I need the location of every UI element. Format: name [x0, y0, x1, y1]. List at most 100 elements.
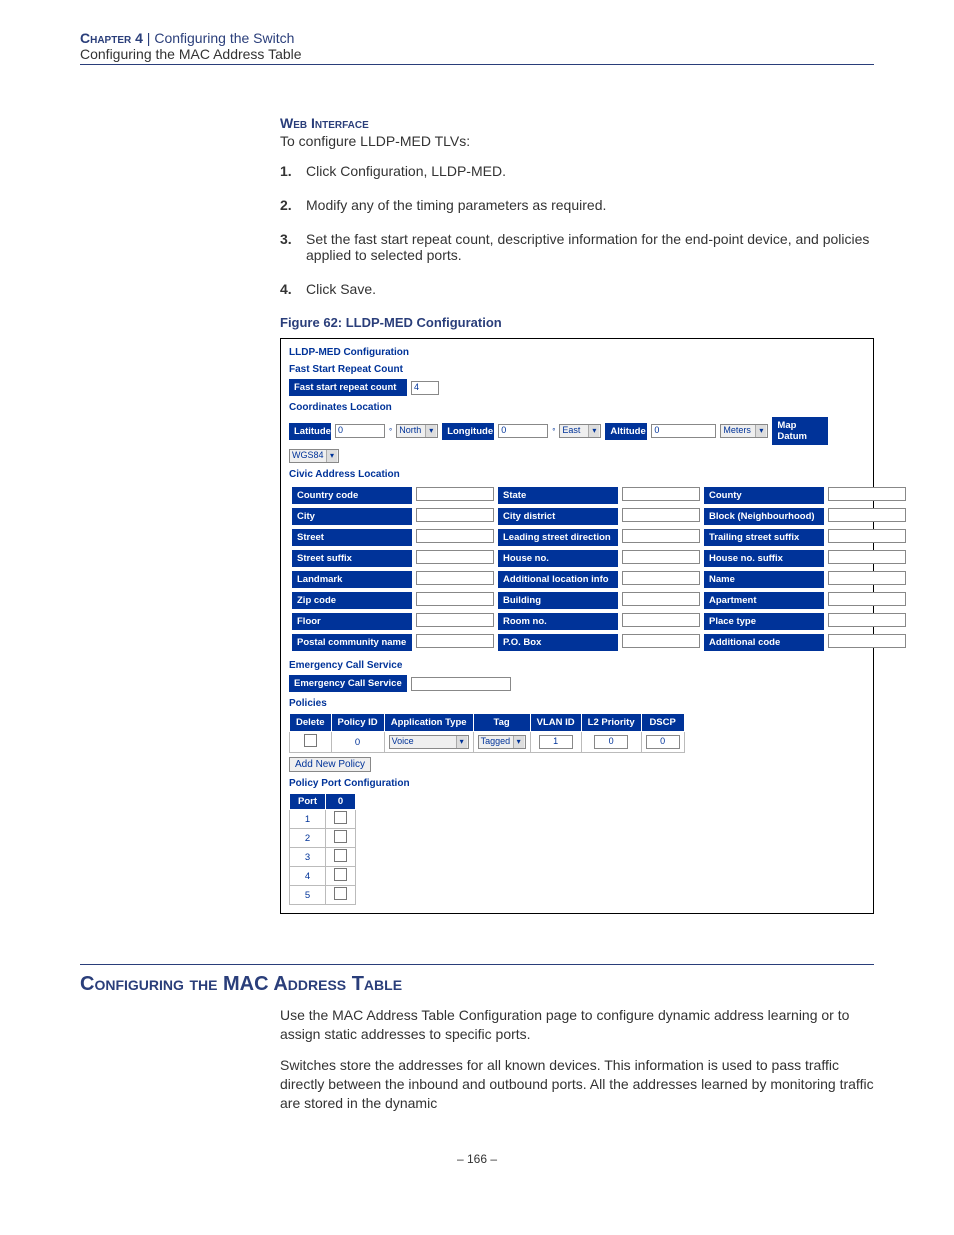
lat-label: Latitude: [289, 423, 331, 440]
civic-input[interactable]: [828, 529, 906, 543]
dscp-input[interactable]: 0: [646, 735, 680, 749]
policies-col: VLAN ID: [530, 714, 581, 732]
civic-input[interactable]: [622, 592, 700, 606]
tag-select[interactable]: Tagged: [478, 735, 526, 749]
lon-label: Longitude: [442, 423, 494, 440]
civic-input[interactable]: [622, 613, 700, 627]
civic-input[interactable]: [828, 634, 906, 648]
port-checkbox[interactable]: [334, 830, 347, 843]
civic-input[interactable]: [416, 487, 494, 501]
civic-label: Additional code: [704, 634, 824, 651]
step-num: 2.: [280, 197, 306, 213]
civic-label: Additional location info: [498, 571, 618, 588]
port-checkbox[interactable]: [334, 849, 347, 862]
port-row: 4: [290, 867, 356, 886]
chapter-label: Chapter 4: [80, 30, 143, 46]
app-type-select[interactable]: Voice: [389, 735, 469, 749]
civic-input[interactable]: [416, 613, 494, 627]
port-number: 5: [290, 886, 326, 905]
civic-input[interactable]: [828, 550, 906, 564]
port-checkbox[interactable]: [334, 868, 347, 881]
civic-input[interactable]: [828, 487, 906, 501]
step-num: 4.: [280, 281, 306, 297]
coords-heading: Coordinates Location: [289, 402, 865, 413]
civic-label: State: [498, 487, 618, 504]
policies-col: Delete: [290, 714, 332, 732]
ppc-heading: Policy Port Configuration: [289, 778, 865, 789]
ecs-input[interactable]: [411, 677, 511, 691]
civic-label: Place type: [704, 613, 824, 630]
lat-input[interactable]: 0: [335, 424, 385, 438]
add-policy-button[interactable]: Add New Policy: [289, 757, 371, 772]
civic-label: Block (Neighbourhood): [704, 508, 824, 525]
port-row: 3: [290, 848, 356, 867]
civic-input[interactable]: [622, 508, 700, 522]
civic-input[interactable]: [622, 550, 700, 564]
datum-select[interactable]: WGS84: [289, 449, 339, 463]
civic-label: City: [292, 508, 412, 525]
civic-label: Trailing street suffix: [704, 529, 824, 546]
figure-caption: Figure 62: LLDP-MED Configuration: [280, 315, 874, 330]
civic-input[interactable]: [622, 634, 700, 648]
step-num: 3.: [280, 231, 306, 263]
civic-input[interactable]: [622, 529, 700, 543]
lon-dir-select[interactable]: East: [559, 424, 601, 438]
fast-start-input[interactable]: 4: [411, 381, 439, 395]
civic-label: Floor: [292, 613, 412, 630]
mac-p1: Use the MAC Address Table Configuration …: [280, 1006, 874, 1044]
civic-label: Street suffix: [292, 550, 412, 567]
vlan-input[interactable]: 1: [539, 735, 573, 749]
port-row: 1: [290, 810, 356, 829]
port-row: 5: [290, 886, 356, 905]
port-number: 3: [290, 848, 326, 867]
step-num: 1.: [280, 163, 306, 179]
civic-label: Zip code: [292, 592, 412, 609]
lon-input[interactable]: 0: [498, 424, 548, 438]
page-number: – 166 –: [80, 1152, 874, 1166]
alt-input[interactable]: 0: [651, 424, 716, 438]
civic-input[interactable]: [416, 508, 494, 522]
policies-col: Tag: [473, 714, 530, 732]
civic-input[interactable]: [828, 592, 906, 606]
section-intro: To configure LLDP-MED TLVs:: [280, 133, 874, 149]
ecs-label: Emergency Call Service: [289, 675, 407, 692]
alt-label: Altitude: [605, 423, 647, 440]
civic-input[interactable]: [416, 571, 494, 585]
civic-label: Postal community name: [292, 634, 412, 651]
civic-input[interactable]: [416, 550, 494, 564]
civic-heading: Civic Address Location: [289, 469, 865, 480]
delete-checkbox[interactable]: [304, 734, 317, 747]
port-checkbox[interactable]: [334, 811, 347, 824]
datum-label: Map Datum: [772, 417, 828, 445]
civic-input[interactable]: [416, 634, 494, 648]
civic-grid: Country codeStateCountyCityCity district…: [289, 484, 909, 654]
civic-label: County: [704, 487, 824, 504]
civic-input[interactable]: [828, 508, 906, 522]
alt-unit-select[interactable]: Meters: [720, 424, 768, 438]
civic-label: Street: [292, 529, 412, 546]
step-text: Set the fast start repeat count, descrip…: [306, 231, 874, 263]
port-number: 4: [290, 867, 326, 886]
port-number: 2: [290, 829, 326, 848]
civic-label: Room no.: [498, 613, 618, 630]
port-checkbox[interactable]: [334, 887, 347, 900]
civic-input[interactable]: [828, 571, 906, 585]
civic-label: Leading street direction: [498, 529, 618, 546]
port-row: 2: [290, 829, 356, 848]
step-list: 1.Click Configuration, LLDP-MED. 2.Modif…: [280, 163, 874, 297]
step-text: Click Configuration, LLDP-MED.: [306, 163, 506, 179]
port-zero-col: 0: [326, 794, 356, 810]
civic-input[interactable]: [828, 613, 906, 627]
policies-col: DSCP: [641, 714, 684, 732]
civic-input[interactable]: [416, 529, 494, 543]
mac-p2: Switches store the addresses for all kno…: [280, 1056, 874, 1113]
civic-input[interactable]: [622, 487, 700, 501]
port-table: Port 0 12345: [289, 793, 356, 905]
civic-input[interactable]: [416, 592, 494, 606]
civic-label: Country code: [292, 487, 412, 504]
lat-dir-select[interactable]: North: [396, 424, 438, 438]
l2-input[interactable]: 0: [594, 735, 628, 749]
civic-input[interactable]: [622, 571, 700, 585]
civic-label: Landmark: [292, 571, 412, 588]
port-number: 1: [290, 810, 326, 829]
